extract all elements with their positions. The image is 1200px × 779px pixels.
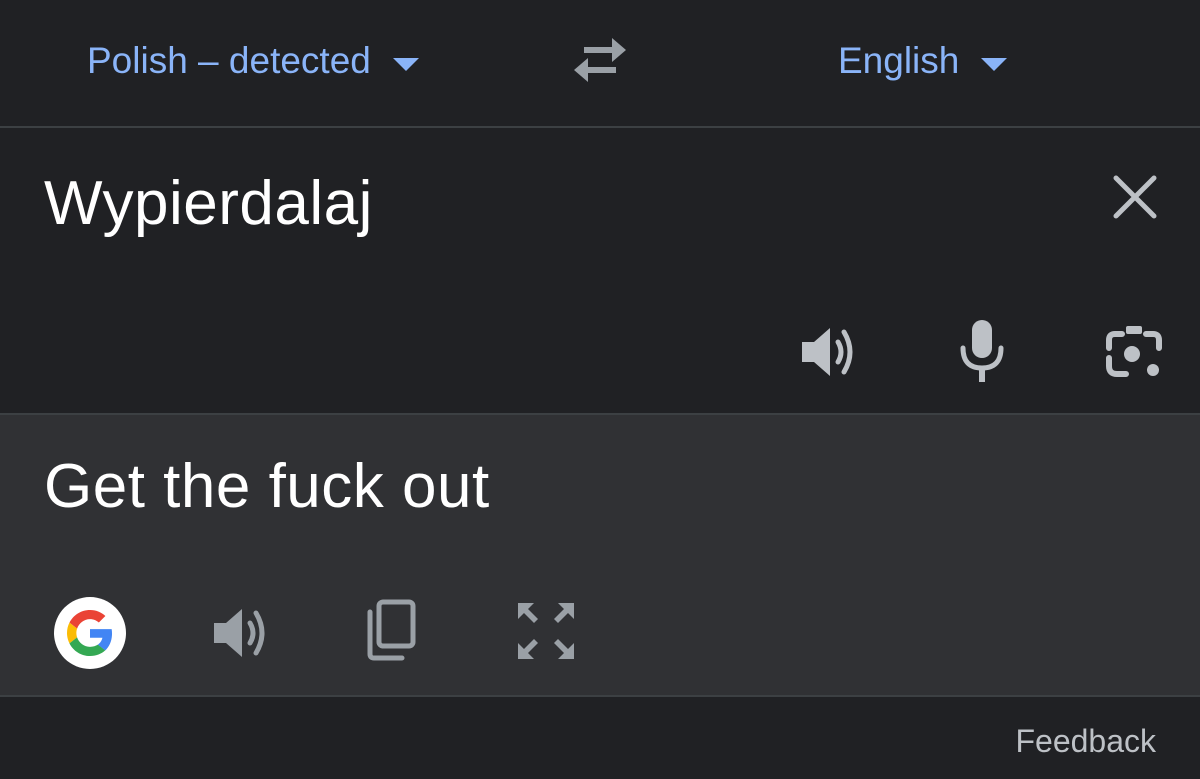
footer: Feedback	[0, 697, 1200, 779]
fullscreen-icon[interactable]	[516, 601, 576, 661]
speaker-icon[interactable]	[800, 320, 858, 384]
close-icon[interactable]	[1110, 172, 1160, 222]
source-language-selector[interactable]: Polish – detected	[87, 38, 419, 84]
google-g-logo[interactable]	[54, 597, 126, 669]
copy-icon[interactable]	[362, 598, 420, 662]
target-language-label: English	[838, 40, 960, 81]
microphone-icon[interactable]	[958, 318, 1006, 384]
translation-text: Get the fuck out	[44, 452, 490, 521]
translation-panel: Get the fuck out	[0, 415, 1200, 697]
chevron-down-icon	[981, 57, 1008, 71]
swap-arrows-icon[interactable]	[568, 36, 632, 86]
speaker-icon[interactable]	[212, 601, 270, 665]
feedback-link[interactable]: Feedback	[1015, 723, 1156, 760]
camera-icon[interactable]	[1104, 322, 1164, 382]
language-bar: Polish – detected English	[0, 0, 1200, 128]
source-panel: Wypierdalaj	[0, 128, 1200, 415]
target-language-selector[interactable]: English	[838, 38, 1008, 84]
source-language-label: Polish – detected	[87, 40, 371, 81]
google-g-icon	[67, 610, 113, 656]
source-text-input[interactable]: Wypierdalaj	[44, 168, 373, 239]
chevron-down-icon	[392, 57, 419, 71]
